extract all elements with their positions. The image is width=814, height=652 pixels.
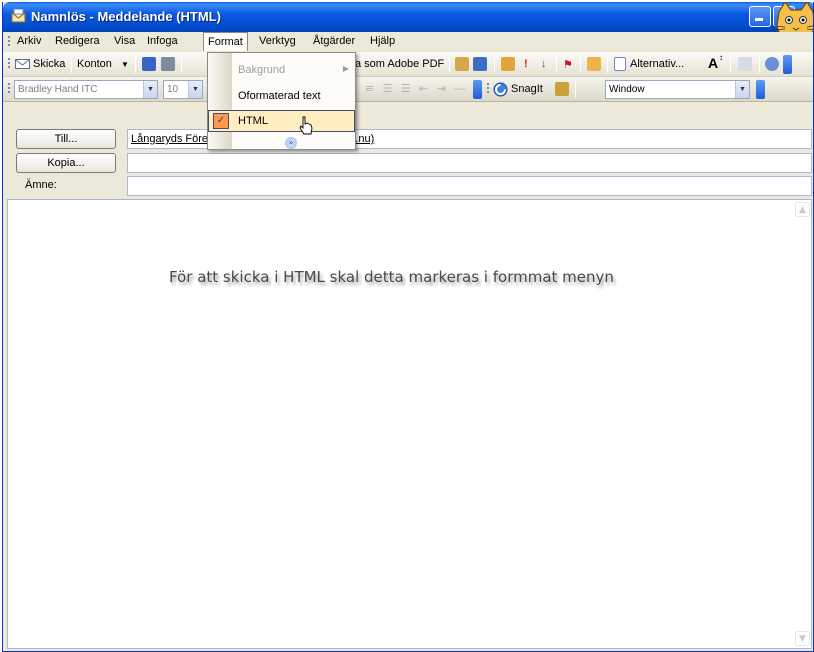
save-as-pdf-button[interactable]: a som Adobe PDF	[355, 58, 444, 70]
horizontal-line-icon[interactable]: ―	[453, 83, 466, 95]
help-icon[interactable]	[765, 57, 779, 71]
formatting-toolbar: Bradley Hand ITC ▼ 10 ▼ ≡ ☰ ☰ ⇤ ⇥ ― Snag…	[3, 77, 813, 102]
submenu-arrow-icon: ▶	[342, 64, 349, 73]
to-button[interactable]: Till...	[16, 129, 116, 149]
toolbar-separator	[556, 56, 557, 73]
title-bar[interactable]: Namnlös - Meddelande (HTML)	[3, 2, 813, 41]
menu-verktyg[interactable]: Verktyg	[259, 35, 296, 47]
scroll-up-icon[interactable]: ▲	[795, 202, 810, 217]
menu-item-plain-text[interactable]: Oformaterad text	[208, 85, 355, 107]
menu-item-label: Bakgrund	[238, 64, 286, 76]
snagit-button[interactable]: SnagIt	[511, 83, 543, 95]
font-size-combo[interactable]: 10 ▼	[163, 80, 203, 99]
menu-item-label: Oformaterad text	[238, 90, 321, 102]
toolbar-separator	[449, 56, 450, 73]
menu-infoga[interactable]: Infoga	[147, 35, 178, 47]
research-icon[interactable]	[738, 57, 752, 71]
toolbar-overflow-button[interactable]	[473, 80, 482, 99]
checkmark-icon: ✓	[213, 113, 229, 129]
font-size-value: 10	[167, 84, 179, 95]
body-text: För att skicka i HTML skal detta markera…	[169, 268, 614, 286]
high-importance-icon[interactable]: !	[524, 58, 528, 70]
toolbar-separator	[580, 56, 581, 73]
format-menu: Bakgrund ▶ Oformaterad text ✓ HTML »	[207, 52, 356, 150]
toolbar-separator	[71, 56, 72, 73]
expand-menu-chevron-icon[interactable]: »	[285, 137, 297, 149]
low-importance-icon[interactable]: ↓	[541, 58, 547, 70]
accounts-dropdown-icon[interactable]: ▼	[121, 60, 129, 69]
font-name-combo[interactable]: Bradley Hand ITC ▼	[14, 80, 158, 99]
toolbar-separator	[575, 81, 576, 98]
align-right-icon[interactable]: ≡	[363, 83, 376, 95]
scroll-down-icon[interactable]: ▼	[795, 631, 810, 646]
capture-mode-value: Window	[609, 84, 645, 95]
decrease-indent-icon[interactable]: ⇤	[417, 83, 430, 95]
menu-item-background[interactable]: Bakgrund ▶	[208, 59, 355, 81]
subject-field[interactable]	[127, 176, 812, 196]
message-body[interactable]: För att skicka i HTML skal detta markera…	[7, 199, 812, 649]
check-names-icon[interactable]	[473, 57, 487, 71]
bullets-icon[interactable]: ☰	[399, 83, 412, 95]
menu-hjalp[interactable]: Hjälp	[370, 35, 395, 47]
chevron-down-icon[interactable]: ▼	[188, 81, 202, 98]
subject-label: Ämne:	[25, 179, 57, 191]
minimize-button[interactable]	[749, 6, 771, 27]
envelope-icon	[11, 9, 26, 23]
toolbar-grip-icon[interactable]	[8, 58, 11, 70]
accounts-button[interactable]: Konton	[77, 58, 112, 70]
toolbar-grip-icon[interactable]	[487, 83, 490, 95]
save-icon[interactable]	[142, 57, 156, 71]
chevron-down-icon[interactable]: ▼	[735, 81, 749, 98]
minimize-icon	[755, 18, 763, 21]
message-header: Till... Långaryds Före ryd.nu) Kopia... …	[3, 103, 813, 199]
insert-file-icon[interactable]	[501, 57, 515, 71]
numbering-icon[interactable]: ☰	[381, 83, 394, 95]
compose-window: Namnlös - Meddelande (HTML) Arkiv Redige…	[2, 2, 814, 652]
font-name-value: Bradley Hand ITC	[18, 84, 98, 95]
toolbar-separator	[135, 56, 136, 73]
font-size-arrow-icon: ↕	[719, 53, 723, 62]
toolbar-separator	[759, 56, 760, 73]
options-icon[interactable]	[614, 57, 626, 71]
chevron-down-icon[interactable]: ▼	[143, 81, 157, 98]
standard-toolbar: Skicka Konton ▼ a som Adobe PDF ! ↓ ⚑ Al…	[3, 52, 813, 77]
cc-field[interactable]	[127, 153, 812, 173]
print-icon[interactable]	[161, 57, 175, 71]
menu-redigera[interactable]: Redigera	[55, 35, 100, 47]
toolbar-separator	[607, 56, 608, 73]
font-size-button[interactable]: A	[708, 55, 718, 71]
menu-item-label: HTML	[238, 115, 268, 127]
menu-format[interactable]: Format	[203, 32, 248, 51]
capture-mode-combo[interactable]: Window ▼	[605, 80, 750, 99]
increase-indent-icon[interactable]: ⇥	[435, 83, 448, 95]
toolbar-separator	[181, 56, 182, 73]
flag-icon[interactable]: ⚑	[563, 58, 573, 71]
menu-visa[interactable]: Visa	[114, 35, 135, 47]
menu-item-html[interactable]: ✓ HTML	[208, 110, 355, 132]
toolbar-separator	[494, 56, 495, 73]
toolbar-overflow-button[interactable]	[756, 80, 765, 99]
snagit-icon	[493, 82, 508, 97]
address-book-icon[interactable]	[455, 57, 469, 71]
menubar-grip-icon[interactable]	[8, 36, 11, 48]
menu-arkiv[interactable]: Arkiv	[17, 35, 41, 47]
options-button[interactable]: Alternativ...	[630, 58, 684, 70]
toolbar-separator	[730, 56, 731, 73]
snagit-settings-icon[interactable]	[555, 82, 569, 96]
cc-button[interactable]: Kopia...	[16, 153, 116, 173]
menu-bar: Arkiv Redigera Visa Infoga Format Verkty…	[3, 32, 813, 52]
window-title: Namnlös - Meddelande (HTML)	[31, 9, 221, 24]
send-icon	[15, 59, 30, 69]
permission-icon[interactable]	[587, 57, 601, 71]
toolbar-overflow-button[interactable]	[783, 55, 792, 74]
menu-atgarder[interactable]: Åtgärder	[313, 35, 355, 47]
hand-cursor-icon	[299, 116, 313, 135]
send-label: Skicka	[33, 58, 66, 70]
to-recipient-left[interactable]: Långaryds Före	[131, 133, 208, 145]
toolbar-grip-icon[interactable]	[8, 83, 11, 95]
vertical-scrollbar[interactable]: ▲ ▼	[795, 202, 810, 646]
